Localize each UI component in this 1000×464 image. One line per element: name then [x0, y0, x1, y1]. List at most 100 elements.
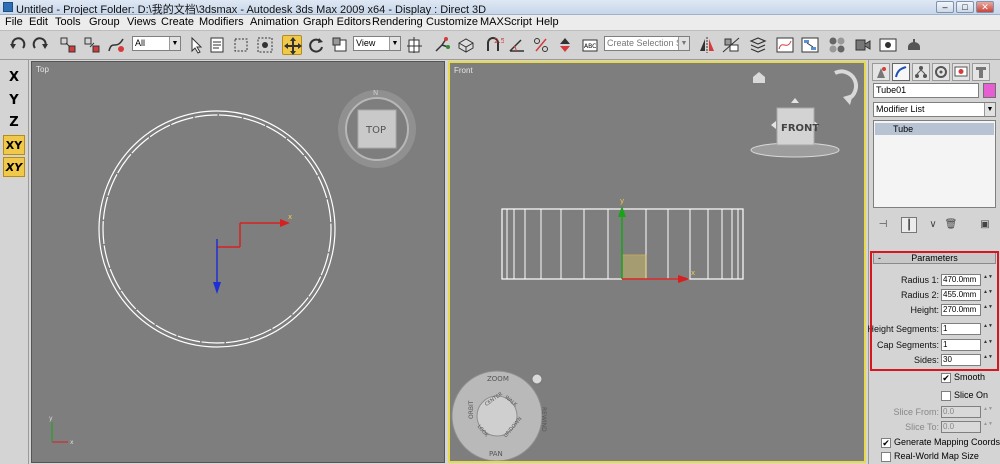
generate-mapping-label: Generate Mapping Coords.: [894, 437, 1000, 447]
rotate-view-icon[interactable]: [834, 69, 859, 105]
snaps-toggle-icon[interactable]: 2.5: [484, 35, 504, 55]
layer-manager-icon[interactable]: [748, 35, 768, 55]
real-world-checkbox[interactable]: [881, 452, 891, 462]
select-and-rotate-icon[interactable]: [306, 35, 326, 55]
menu-modifiers[interactable]: Modifiers: [199, 16, 244, 28]
menu-bar: File Edit Tools Group Views Create Modif…: [0, 15, 1000, 31]
menu-rendering[interactable]: Rendering: [372, 16, 423, 28]
modifier-list-dropdown[interactable]: Modifier List ▼: [873, 102, 996, 117]
viewport-front[interactable]: Front y x FRONT ZOOM PAN ORBIT REWIND CE…: [448, 61, 866, 463]
maximize-button[interactable]: □: [956, 1, 974, 13]
menu-maxscript[interactable]: MAXScript: [480, 16, 532, 28]
move-gizmo[interactable]: x: [213, 213, 292, 294]
spinner-snap-icon[interactable]: [555, 35, 575, 55]
named-selection-set-dropdown[interactable]: Create Selection Set ▼: [604, 36, 690, 51]
restrict-y-button[interactable]: Y: [3, 91, 25, 111]
rectangular-selection-icon[interactable]: [231, 35, 251, 55]
show-end-result-icon[interactable]: ┃: [901, 217, 917, 233]
restrict-x-button[interactable]: X: [3, 68, 25, 88]
display-tab-icon[interactable]: [952, 63, 970, 81]
select-and-scale-icon[interactable]: [330, 35, 350, 55]
menu-edit[interactable]: Edit: [29, 16, 48, 28]
align-icon[interactable]: [721, 35, 741, 55]
undo-icon[interactable]: [8, 35, 28, 55]
world-axis-tripod: x y: [49, 415, 74, 446]
pivot-point-center-icon[interactable]: [406, 35, 426, 55]
menu-group[interactable]: Group: [89, 16, 120, 28]
curve-editor-icon[interactable]: [775, 35, 795, 55]
mirror-icon[interactable]: [697, 35, 717, 55]
stack-tools: ⊣ ┃ ∨ 🗑 ▣: [873, 216, 996, 234]
make-unique-icon[interactable]: ∨: [925, 217, 941, 233]
svg-text:x: x: [691, 269, 695, 277]
object-name-field[interactable]: Tube01: [873, 83, 979, 98]
keyboard-shortcut-override-icon[interactable]: [456, 35, 476, 55]
menu-views[interactable]: Views: [127, 16, 156, 28]
slice-to-field: 0.0: [941, 421, 981, 433]
home-icon[interactable]: [753, 72, 765, 83]
restrict-xy-button[interactable]: XY: [3, 135, 25, 155]
menu-create[interactable]: Create: [161, 16, 194, 28]
svg-text:ABC: ABC: [584, 43, 596, 50]
menu-help[interactable]: Help: [536, 16, 559, 28]
angle-snap-icon[interactable]: [507, 35, 527, 55]
modifier-stack: Tube: [873, 120, 996, 208]
tube-outer-ring: [98, 110, 336, 348]
svg-text:x: x: [288, 213, 292, 221]
select-and-manipulate-icon[interactable]: [432, 35, 452, 55]
viewport-top[interactable]: Top x N TOP x y: [31, 61, 445, 463]
svg-text:ZOOM: ZOOM: [487, 375, 509, 383]
create-tab-icon[interactable]: [872, 63, 890, 81]
unlink-icon[interactable]: [82, 35, 102, 55]
close-button[interactable]: ✕: [976, 1, 994, 13]
render-production-icon[interactable]: [904, 35, 924, 55]
configure-modifier-sets-icon[interactable]: ▣: [977, 217, 993, 233]
restrict-z-button[interactable]: Z: [3, 113, 25, 133]
remove-modifier-icon[interactable]: 🗑: [943, 217, 959, 233]
steering-wheel[interactable]: ZOOM PAN ORBIT REWIND CENTER WALK LOOK U…: [451, 370, 547, 461]
schematic-view-icon[interactable]: [800, 35, 820, 55]
hierarchy-tab-icon[interactable]: [912, 63, 930, 81]
select-object-icon[interactable]: [186, 35, 206, 55]
restrict-plane-cycle-button[interactable]: XY: [3, 157, 25, 177]
pin-stack-icon[interactable]: ⊣: [875, 217, 891, 233]
tube-inner-ring: [102, 114, 332, 344]
svg-text:TOP: TOP: [365, 125, 386, 136]
rendered-frame-window-icon[interactable]: [878, 35, 898, 55]
svg-text:PAN: PAN: [489, 450, 503, 458]
reference-coordinate-dropdown[interactable]: View ▼: [353, 36, 401, 51]
stack-item-tube[interactable]: Tube: [875, 123, 994, 135]
top-viewport-scene: x N TOP x y: [49, 89, 416, 446]
menu-animation[interactable]: Animation: [250, 16, 299, 28]
selection-filter-dropdown[interactable]: All ▼: [132, 36, 181, 51]
select-and-link-icon[interactable]: [58, 35, 78, 55]
chevron-down-icon: ▼: [984, 103, 995, 116]
window-crossing-icon[interactable]: [255, 35, 275, 55]
modify-tab-icon[interactable]: [892, 63, 910, 81]
percent-snap-icon[interactable]: [531, 35, 551, 55]
object-color-swatch[interactable]: [983, 83, 996, 98]
smooth-checkbox[interactable]: ✔: [941, 373, 951, 383]
generate-mapping-checkbox[interactable]: ✔: [881, 438, 891, 448]
select-by-name-icon[interactable]: [208, 35, 228, 55]
utilities-tab-icon[interactable]: [972, 63, 990, 81]
slice-on-checkbox[interactable]: [941, 391, 951, 401]
menu-file[interactable]: File: [5, 16, 23, 28]
menu-customize[interactable]: Customize: [426, 16, 478, 28]
svg-text:N: N: [373, 89, 378, 97]
edit-named-selection-icon[interactable]: ABC: [580, 35, 600, 55]
minimize-button[interactable]: –: [936, 1, 954, 13]
chevron-down-icon: ▼: [169, 37, 180, 50]
menu-graph-editors[interactable]: Graph Editors: [303, 16, 371, 28]
redo-icon[interactable]: [30, 35, 50, 55]
motion-tab-icon[interactable]: [932, 63, 950, 81]
bind-space-warp-icon[interactable]: [106, 35, 126, 55]
menu-tools[interactable]: Tools: [55, 16, 81, 28]
select-and-move-icon[interactable]: [282, 35, 302, 55]
viewcube-front[interactable]: FRONT: [750, 98, 840, 158]
move-gizmo[interactable]: y x: [618, 197, 695, 283]
app-icon: [3, 2, 13, 12]
render-setup-icon[interactable]: [853, 35, 873, 55]
material-editor-icon[interactable]: [827, 35, 847, 55]
viewcube-top[interactable]: N TOP: [338, 89, 416, 168]
